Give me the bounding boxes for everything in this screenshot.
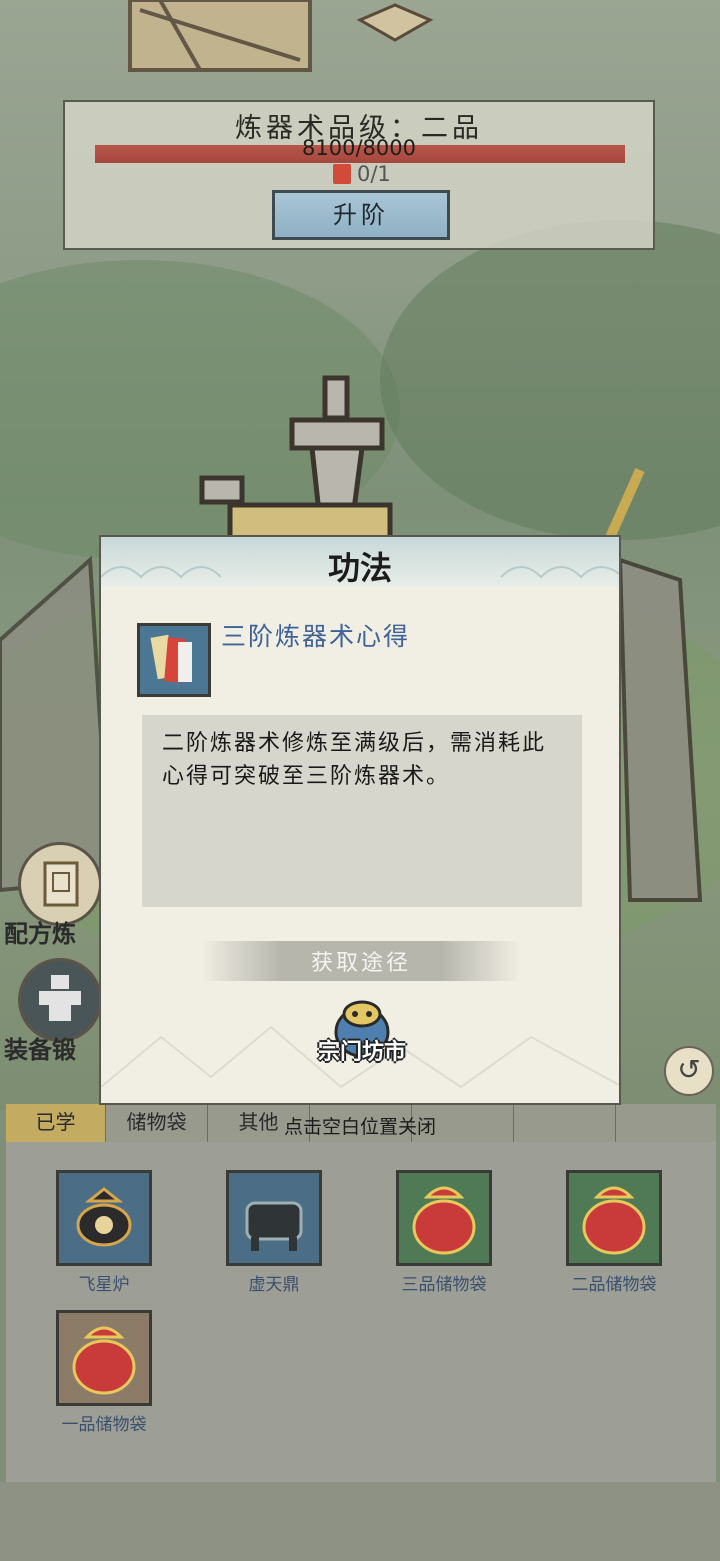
- scroll-icon: [333, 164, 351, 184]
- required-item-count: 0/1: [333, 162, 391, 186]
- recipe-refine-label: 配方炼: [4, 920, 76, 948]
- refining-level-panel: 炼器术品级：二品 8100/8000 0/1 升阶: [63, 100, 655, 250]
- description-text: 二阶炼器术修炼至满级后，需消耗此心得可突破至三阶炼器术。: [162, 731, 547, 789]
- pouch-icon: [566, 1170, 662, 1266]
- inventory-item[interactable]: 三品储物袋: [394, 1170, 494, 1295]
- upgrade-button[interactable]: 升阶: [272, 190, 450, 240]
- pouch-icon: [396, 1170, 492, 1266]
- close-hint[interactable]: 点击空白位置关闭: [0, 1112, 720, 1139]
- progress-text: 8100/8000: [302, 136, 416, 160]
- inventory-item[interactable]: 虚天鼎: [224, 1170, 324, 1295]
- equip-forge-label: 装备锻: [4, 1036, 76, 1064]
- dialog-header: 功法: [101, 537, 619, 587]
- obtain-method-label: 获取途径: [310, 951, 411, 976]
- furnace-icon: [56, 1170, 152, 1266]
- description-box: 二阶炼器术修炼至满级后，需消耗此心得可突破至三阶炼器术。: [142, 715, 582, 907]
- cauldron-icon: [226, 1170, 322, 1266]
- back-arrow-button[interactable]: ↺: [664, 1046, 714, 1096]
- skill-item-dialog: 功法 三阶炼器术心得 二阶炼器术修炼至满级后，需消耗此心得可突破至三阶炼器术。 …: [99, 535, 621, 1105]
- anvil-icon: [39, 975, 81, 1021]
- recipe-scroll-icon: [43, 861, 79, 907]
- sect-market-label[interactable]: 宗门坊市: [307, 1034, 417, 1066]
- obtain-method-bar: 获取途径: [201, 941, 521, 981]
- bottom-band: [0, 1482, 720, 1561]
- inventory-item[interactable]: 飞星炉: [54, 1170, 154, 1295]
- inventory-grid: 飞星炉 虚天鼎 三品储物袋 二品储物袋 一品储物袋: [6, 1142, 716, 1482]
- pouch-icon: [56, 1310, 152, 1406]
- item-name: 三阶炼器术心得: [221, 622, 411, 651]
- dialog-title: 功法: [327, 549, 392, 587]
- technique-book-icon: [137, 623, 211, 697]
- inventory-item[interactable]: 二品储物袋: [564, 1170, 664, 1295]
- inventory-item[interactable]: 一品储物袋: [54, 1310, 154, 1435]
- back-arrow-icon: ↺: [677, 1053, 701, 1086]
